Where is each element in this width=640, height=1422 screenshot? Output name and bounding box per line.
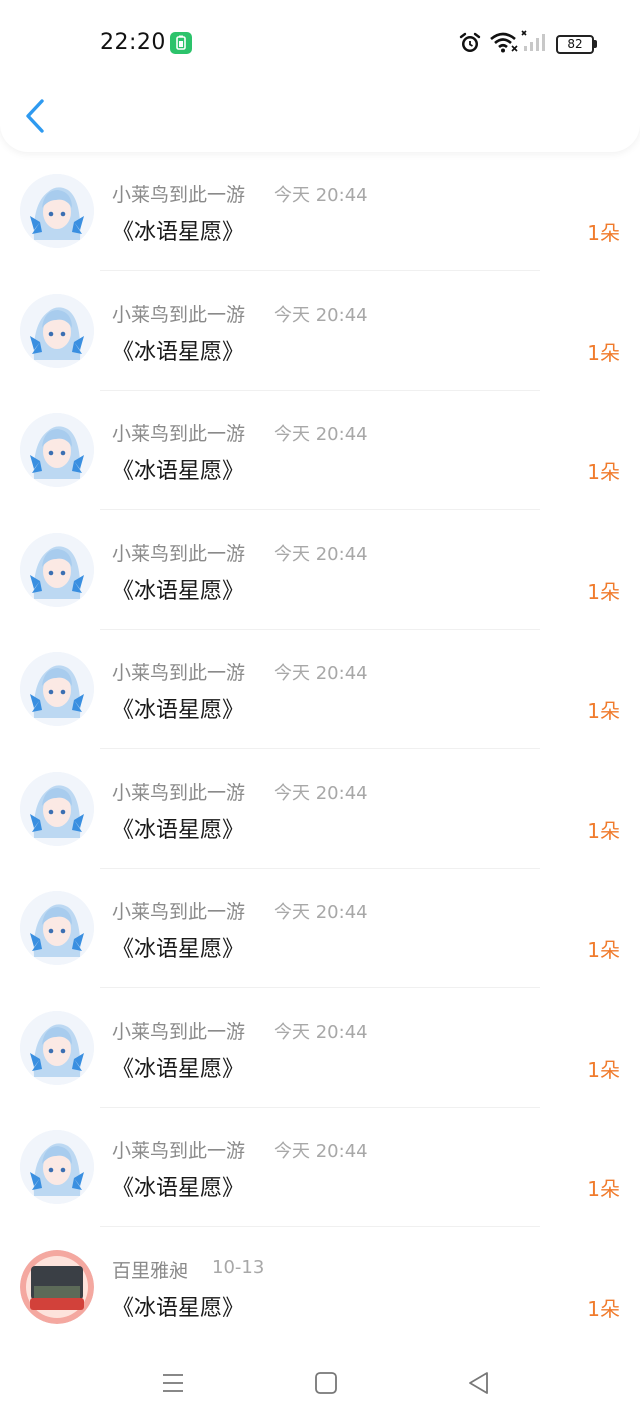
avatar[interactable] — [20, 532, 94, 607]
divider — [100, 748, 540, 749]
sender-name: 小莱鸟到此一游 — [112, 303, 246, 326]
avatar[interactable] — [20, 1010, 94, 1085]
divider — [100, 1106, 540, 1108]
sender-name: 小莱鸟到此一游 — [112, 1020, 246, 1043]
divider — [100, 987, 540, 988]
send-time: 今天 20:44 — [274, 782, 368, 804]
gift-name: 《冰语星愿》 — [112, 1295, 245, 1321]
status-time: 22:20 — [100, 30, 166, 55]
gift-amount: 1朵 — [587, 579, 620, 604]
gift-record-list: 小莱鸟到此一游 今天 20:44 《冰语星愿》 1朵 小莱鸟到此一游 今天 20… — [0, 160, 640, 1355]
gift-amount: 1朵 — [587, 1296, 620, 1321]
sender-name: 百里雅昶 — [112, 1259, 189, 1282]
sender-name: 小莱鸟到此一游 — [112, 901, 246, 923]
list-item-5[interactable]: 小莱鸟到此一游 今天 20:44 《冰语星愿》 1朵 — [0, 638, 640, 758]
send-time: 今天 20:44 — [274, 424, 368, 445]
gift-name: 《冰语星愿》 — [112, 1056, 245, 1082]
gift-amount: 1朵 — [587, 460, 620, 484]
gift-amount: 1朵 — [587, 818, 620, 843]
list-item-9[interactable]: 小莱鸟到此一游 今天 20:44 《冰语星愿》 1朵 — [0, 1116, 640, 1236]
divider — [100, 509, 540, 510]
list-item-8[interactable]: 小莱鸟到此一游 今天 20:44 《冰语星愿》 1朵 — [0, 997, 640, 1117]
gift-name: 《冰语星愿》 — [112, 578, 245, 604]
send-time: 10-13 — [212, 1256, 265, 1278]
send-time: 今天 20:44 — [274, 663, 368, 684]
sender-name: 小莱鸟到此一游 — [112, 662, 246, 684]
gift-name: 《冰语星愿》 — [112, 339, 245, 365]
avatar[interactable] — [20, 1249, 94, 1324]
send-time: 今天 20:44 — [274, 1021, 368, 1043]
gift-name: 《冰语星愿》 — [112, 937, 245, 962]
list-item-3[interactable]: 小莱鸟到此一游 今天 20:44 《冰语星愿》 1朵 — [0, 399, 640, 519]
gift-name: 《冰语星愿》 — [112, 817, 245, 843]
sender-name: 小莱鸟到此一游 — [112, 542, 246, 565]
gift-amount: 1朵 — [587, 1057, 620, 1082]
alarm-icon — [458, 31, 482, 59]
gift-name: 《冰语星愿》 — [112, 698, 245, 723]
divider — [100, 1226, 540, 1227]
chevron-left-icon — [26, 99, 44, 133]
divider — [100, 389, 540, 391]
home-icon[interactable] — [313, 1370, 339, 1400]
gift-amount: 1朵 — [587, 699, 620, 723]
divider — [100, 270, 540, 271]
back-button[interactable] — [22, 98, 50, 134]
signal-icon — [521, 30, 549, 58]
system-nav-bar — [0, 1350, 640, 1422]
gift-amount: 1朵 — [587, 1177, 620, 1201]
gift-amount: 1朵 — [587, 938, 620, 962]
avatar[interactable] — [20, 771, 94, 846]
back-triangle-icon[interactable] — [466, 1370, 492, 1400]
list-item-6[interactable]: 小莱鸟到此一游 今天 20:44 《冰语星愿》 1朵 — [0, 758, 640, 878]
sender-name: 小莱鸟到此一游 — [112, 184, 246, 206]
sender-name: 小莱鸟到此一游 — [112, 781, 246, 804]
list-item-7[interactable]: 小莱鸟到此一游 今天 20:44 《冰语星愿》 1朵 — [0, 877, 640, 997]
avatar[interactable] — [20, 1130, 94, 1204]
battery-level: 82 — [556, 35, 594, 54]
avatar[interactable] — [20, 891, 94, 965]
gift-amount: 1朵 — [587, 340, 620, 365]
divider — [100, 628, 540, 630]
list-item-1[interactable]: 小莱鸟到此一游 今天 20:44 《冰语星愿》 1朵 — [0, 160, 640, 280]
gift-name: 《冰语星愿》 — [112, 459, 245, 484]
sender-name: 小莱鸟到此一游 — [112, 423, 246, 445]
gift-amount: 1朵 — [587, 221, 620, 245]
charging-icon — [170, 32, 192, 54]
menu-icon[interactable] — [160, 1370, 186, 1400]
sender-name: 小莱鸟到此一游 — [112, 1140, 246, 1162]
gift-name: 《冰语星愿》 — [112, 220, 245, 245]
send-time: 今天 20:44 — [274, 902, 368, 923]
gift-name: 《冰语星愿》 — [112, 1176, 245, 1201]
avatar[interactable] — [20, 413, 94, 487]
list-item-4[interactable]: 小莱鸟到此一游 今天 20:44 《冰语星愿》 1朵 — [0, 519, 640, 639]
send-time: 今天 20:44 — [274, 1141, 368, 1162]
battery-icon — [594, 40, 597, 48]
divider — [100, 867, 540, 869]
avatar[interactable] — [20, 293, 94, 368]
status-bar: 22:20 82 — [0, 0, 640, 86]
top-header: 22:20 82 — [0, 0, 640, 152]
wifi-icon — [489, 31, 519, 57]
send-time: 今天 20:44 — [274, 304, 368, 326]
send-time: 今天 20:44 — [274, 543, 368, 565]
send-time: 今天 20:44 — [274, 185, 368, 206]
list-item-2[interactable]: 小莱鸟到此一游 今天 20:44 《冰语星愿》 1朵 — [0, 280, 640, 400]
avatar[interactable] — [20, 652, 94, 726]
avatar[interactable] — [20, 174, 94, 248]
list-item-10[interactable]: 百里雅昶 10-13 《冰语星愿》 1朵 — [0, 1236, 640, 1356]
